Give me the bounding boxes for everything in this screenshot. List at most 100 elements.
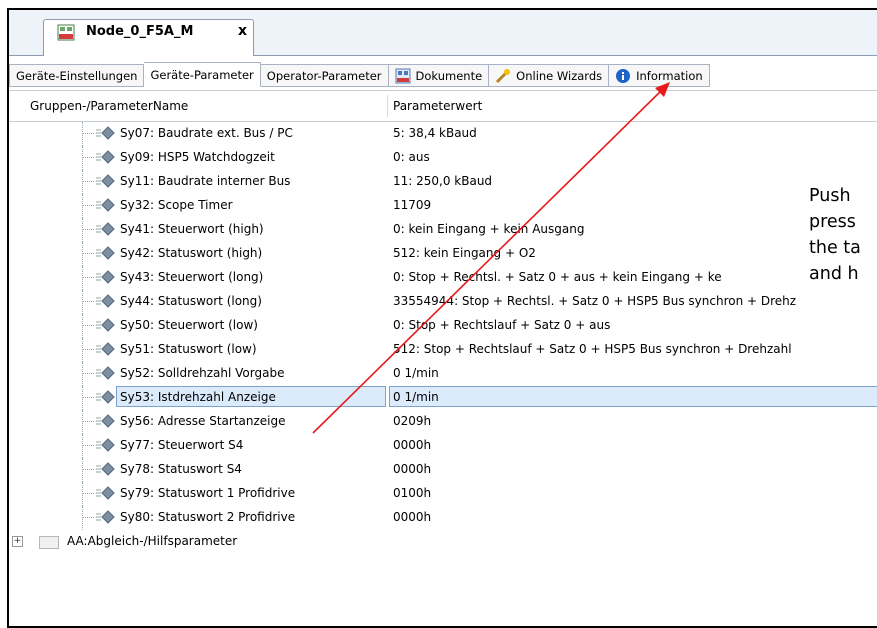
- tab-label: Geräte-Einstellungen: [16, 68, 138, 83]
- parameter-value[interactable]: 0 1/min: [393, 366, 439, 380]
- parameter-value[interactable]: 0: Stop + Rechtsl. + Satz 0 + aus + kein…: [393, 270, 722, 284]
- parameter-value[interactable]: 512: kein Eingang + O2: [393, 246, 536, 260]
- table-row[interactable]: Sy44: Statuswort (long) 33554944: Stop + …: [9, 290, 877, 314]
- tree-line: [82, 170, 83, 194]
- parameter-tabs: Geräte-Einstellungen Geräte-Parameter Op…: [9, 62, 877, 88]
- parameter-value[interactable]: 0: kein Eingang + kein Ausgang: [393, 222, 584, 236]
- tree-line: [82, 205, 94, 206]
- parameter-icon: [96, 390, 115, 404]
- parameter-icon: [96, 174, 115, 188]
- parameter-icon: [96, 294, 115, 308]
- table-row[interactable]: Sy42: Statuswort (high) 512: kein Eingang…: [9, 242, 877, 266]
- parameter-value[interactable]: 0000h: [393, 438, 431, 452]
- tab-information[interactable]: Information: [609, 64, 710, 87]
- tree-line: [82, 469, 94, 470]
- table-row[interactable]: Sy79: Statuswort 1 Profidrive 0100h: [9, 482, 877, 506]
- annotation-line: press: [809, 212, 856, 232]
- table-row[interactable]: Sy07: Baudrate ext. Bus / PC 5: 38,4 kBau…: [9, 122, 877, 146]
- parameter-name: Sy50: Steuerwort (low): [120, 318, 258, 332]
- tree-group-row[interactable]: + AA:Abgleich-/Hilfsparameter: [9, 530, 877, 554]
- column-header-name[interactable]: Gruppen-/ParameterName: [30, 99, 188, 113]
- tree-line: [82, 277, 94, 278]
- parameter-value[interactable]: 0: Stop + Rechtslauf + Satz 0 + aus: [393, 318, 610, 332]
- document-tab[interactable]: Node_0_F5A_M x: [43, 19, 254, 56]
- parameter-name: Sy53: Istdrehzahl Anzeige: [120, 390, 276, 404]
- table-row[interactable]: Sy77: Steuerwort S4 0000h: [9, 434, 877, 458]
- tree-line: [82, 434, 83, 458]
- parameter-name: Sy41: Steuerwort (high): [120, 222, 264, 236]
- parameter-name: Sy07: Baudrate ext. Bus / PC: [120, 126, 293, 140]
- parameter-value[interactable]: 0209h: [393, 414, 431, 428]
- tree-line: [82, 301, 94, 302]
- table-row[interactable]: Sy78: Statuswort S4 0000h: [9, 458, 877, 482]
- parameter-value[interactable]: 0: aus: [393, 150, 430, 164]
- annotation-line: Push: [809, 186, 851, 206]
- parameter-value[interactable]: 5: 38,4 kBaud: [393, 126, 477, 140]
- tree-line: [82, 194, 83, 218]
- table-row[interactable]: Sy53: Istdrehzahl Anzeige 0 1/min: [9, 386, 877, 410]
- tree-line: [82, 229, 94, 230]
- table-row[interactable]: Sy32: Scope Timer 11709: [9, 194, 877, 218]
- table-row[interactable]: Sy09: HSP5 Watchdogzeit 0: aus: [9, 146, 877, 170]
- table-row[interactable]: Sy52: Solldrehzahl Vorgabe 0 1/min: [9, 362, 877, 386]
- table-row[interactable]: Sy56: Adresse Startanzeige 0209h: [9, 410, 877, 434]
- parameter-icon: [96, 510, 115, 524]
- table-row[interactable]: Sy11: Baudrate interner Bus 11: 250,0 kBa…: [9, 170, 877, 194]
- parameter-value[interactable]: 512: Stop + Rechtslauf + Satz 0 + HSP5 B…: [393, 342, 792, 356]
- group-name: AA:Abgleich-/Hilfsparameter: [67, 534, 238, 548]
- tab-geraete-parameter[interactable]: Geräte-Parameter: [144, 62, 261, 87]
- tree-line: [82, 386, 83, 410]
- parameter-icon: [96, 150, 115, 164]
- parameter-name: Sy78: Statuswort S4: [120, 462, 242, 476]
- parameter-value[interactable]: 11709: [393, 198, 431, 212]
- document-tab-strip: Node_0_F5A_M x: [9, 10, 877, 56]
- expand-icon[interactable]: +: [12, 536, 23, 547]
- tree-line: [82, 338, 83, 362]
- parameter-value[interactable]: 0000h: [393, 462, 431, 476]
- tab-label: Geräte-Parameter: [150, 67, 254, 82]
- tree-line: [82, 157, 94, 158]
- close-icon[interactable]: x: [238, 23, 247, 39]
- tree-line: [82, 242, 83, 266]
- tab-dokumente[interactable]: Dokumente: [388, 64, 490, 87]
- parameter-name: Sy79: Statuswort 1 Profidrive: [120, 486, 296, 500]
- document-tab-title: Node_0_F5A_M: [86, 24, 194, 39]
- folder-icon: [39, 536, 59, 549]
- parameter-value[interactable]: 33554944: Stop + Rechtsl. + Satz 0 + HSP…: [393, 294, 796, 308]
- parameter-value[interactable]: 0000h: [393, 510, 431, 524]
- table-row[interactable]: Sy51: Statuswort (low) 512: Stop + Rechts…: [9, 338, 877, 362]
- tab-operator-parameter[interactable]: Operator-Parameter: [260, 64, 389, 87]
- tab-online-wizards[interactable]: Online Wizards: [489, 64, 610, 87]
- parameter-icon: [96, 126, 115, 140]
- table-row[interactable]: Sy80: Statuswort 2 Profidrive 0000h: [9, 506, 877, 530]
- tab-label: Online Wizards: [516, 68, 603, 83]
- parameter-name: Sy80: Statuswort 2 Profidrive: [120, 510, 296, 524]
- tree-line: [82, 290, 83, 314]
- parameter-name: Sy09: HSP5 Watchdogzeit: [120, 150, 275, 164]
- editor-window: Node_0_F5A_M x Geräte-Einstellungen Gerä…: [7, 8, 877, 628]
- table-row[interactable]: Sy41: Steuerwort (high) 0: kein Eingang +…: [9, 218, 877, 242]
- tree-line: [82, 517, 94, 518]
- tree-line: [82, 325, 94, 326]
- column-header-value[interactable]: Parameterwert: [393, 99, 482, 113]
- wizard-icon: [496, 68, 511, 83]
- parameter-value[interactable]: 0100h: [393, 486, 431, 500]
- tree-line: [82, 133, 94, 134]
- tree-line: [82, 458, 83, 482]
- parameter-value[interactable]: 11: 250,0 kBaud: [393, 174, 492, 188]
- tree-line: [82, 482, 83, 506]
- tab-geraete-einstellungen[interactable]: Geräte-Einstellungen: [9, 64, 145, 87]
- tree-line: [82, 266, 83, 290]
- column-divider[interactable]: [387, 95, 388, 117]
- parameter-name: Sy77: Steuerwort S4: [120, 438, 244, 452]
- table-row[interactable]: Sy43: Steuerwort (long) 0: Stop + Rechtsl…: [9, 266, 877, 290]
- info-icon: [616, 68, 631, 83]
- parameter-value[interactable]: 0 1/min: [393, 390, 439, 404]
- table-row[interactable]: Sy50: Steuerwort (low) 0: Stop + Rechtsla…: [9, 314, 877, 338]
- parameter-tree: Sy07: Baudrate ext. Bus / PC 5: 38,4 kBau…: [9, 122, 877, 554]
- tree-line: [82, 253, 94, 254]
- annotation-line: the ta: [809, 238, 861, 258]
- parameter-icon: [96, 342, 115, 356]
- tree-line: [82, 506, 83, 530]
- tree-line: [82, 349, 94, 350]
